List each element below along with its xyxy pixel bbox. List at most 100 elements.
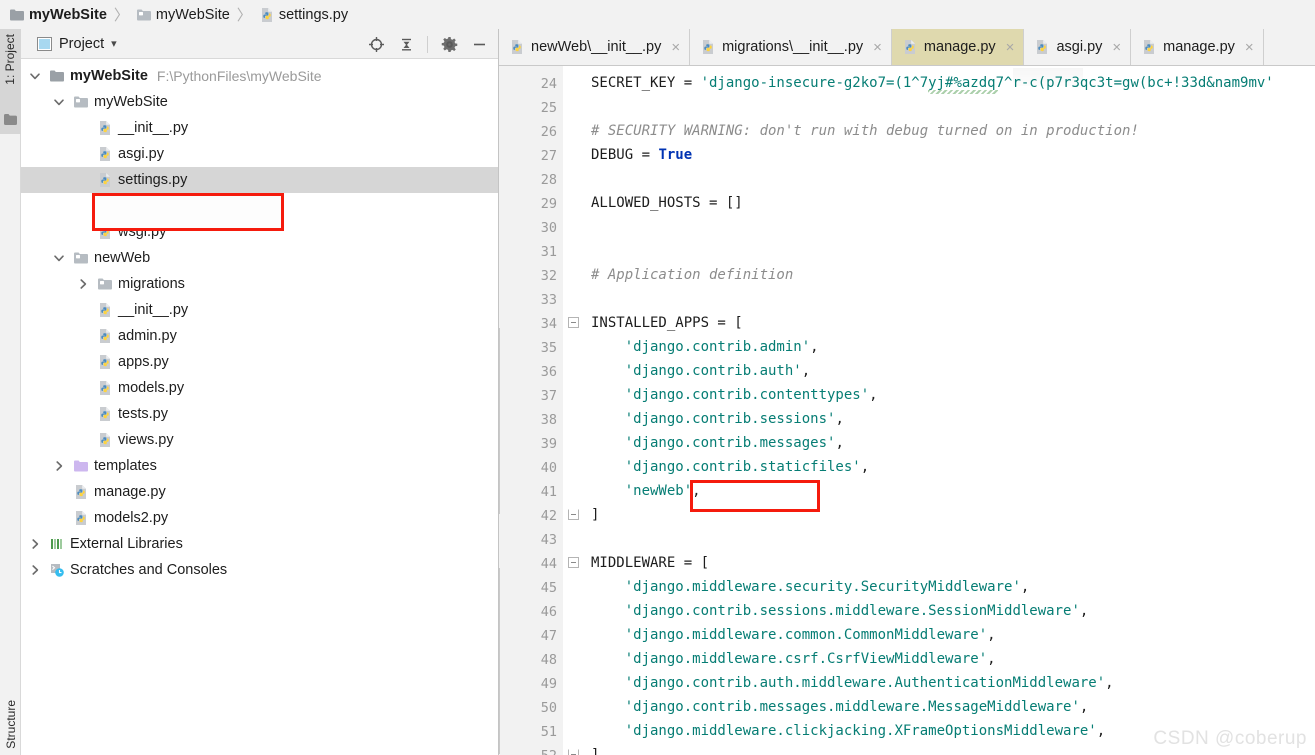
line-number: 41 (540, 484, 557, 500)
structure-tool-button[interactable]: Structure (4, 700, 18, 749)
chevron-down-icon[interactable] (53, 252, 65, 264)
code-line-47[interactable]: 'django.middleware.common.CommonMiddlewa… (591, 628, 996, 642)
code-line-48[interactable]: 'django.middleware.csrf.CsrfViewMiddlewa… (591, 652, 996, 666)
code-line-45[interactable]: 'django.middleware.security.SecurityMidd… (591, 580, 1030, 594)
tree-item-label: __init__.py (118, 301, 189, 318)
code-line-52[interactable]: ] (591, 748, 599, 755)
python-file-icon (100, 355, 110, 369)
tree-item-label: models2.py (94, 509, 169, 526)
tree-item-label: myWebSite (94, 93, 168, 110)
code-line-29[interactable]: ALLOWED_HOSTS = [] (591, 196, 743, 210)
code-line-46[interactable]: 'django.contrib.sessions.middleware.Sess… (591, 604, 1089, 618)
locate-icon[interactable] (367, 35, 385, 53)
tree-item-wsgi[interactable]: wsgi.py (21, 219, 498, 245)
tree-item-urls[interactable]: urls.py (21, 193, 498, 219)
tree-item-init1[interactable]: __init__.py (21, 115, 498, 141)
chevron-down-icon[interactable] (29, 70, 41, 82)
breadcrumb-item-label: settings.py (278, 6, 349, 23)
tree-item-manage[interactable]: manage.py (21, 479, 498, 505)
editor-tab-0[interactable]: newWeb\__init__.py × (499, 29, 691, 65)
chevron-down-icon[interactable] (53, 96, 65, 108)
tree-item-scratches[interactable]: Scratches and Consoles (21, 557, 498, 583)
breadcrumb-item-settings-py[interactable]: settings.py (256, 7, 351, 23)
tree-item-models[interactable]: models.py (21, 375, 498, 401)
editor-tab-3[interactable]: asgi.py × (1024, 29, 1132, 65)
spellcheck-squiggle (928, 90, 998, 94)
code-line-35[interactable]: 'django.contrib.admin', (591, 340, 819, 354)
minimize-icon[interactable] (470, 35, 488, 53)
code-line-27[interactable]: DEBUG = True (591, 148, 692, 162)
code-token: 'django.contrib.auth' (624, 363, 802, 379)
editor-tab-label: manage.py (1163, 39, 1235, 55)
tree-item-asgi[interactable]: asgi.py (21, 141, 498, 167)
tree-item-views[interactable]: views.py (21, 427, 498, 453)
chevron-right-icon[interactable] (29, 538, 41, 550)
chevron-right-icon[interactable] (53, 460, 65, 472)
line-number: 43 (540, 532, 557, 548)
tree-item-init2[interactable]: __init__.py (21, 297, 498, 323)
tree-item-extlibs[interactable]: External Libraries (21, 531, 498, 557)
code-line-24[interactable]: SECRET_KEY = 'django-insecure-g2ko7=(1^7… (591, 76, 1274, 90)
close-icon[interactable]: × (671, 40, 680, 55)
fold-middleware-guide (499, 568, 500, 754)
editor-tab-1[interactable]: migrations\__init__.py × (690, 29, 892, 65)
code-line-39[interactable]: 'django.contrib.messages', (591, 436, 844, 450)
line-number: 40 (540, 460, 557, 476)
line-number: 30 (540, 220, 557, 236)
fold-installed-apps-collapse-button[interactable] (568, 317, 579, 328)
chevron-right-icon[interactable] (77, 278, 89, 290)
close-icon[interactable]: × (873, 40, 882, 55)
chevron-right-icon[interactable] (29, 564, 41, 576)
python-file-icon (100, 381, 110, 395)
code-text[interactable]: SECRET_KEY = 'django-insecure-g2ko7=(1^7… (583, 66, 1315, 755)
tree-arrow-spacer (53, 486, 65, 498)
code-line-41[interactable]: 'newWeb', (591, 484, 701, 498)
code-line-26[interactable]: # SECURITY WARNING: don't run with debug… (591, 124, 1139, 138)
code-line-40[interactable]: 'django.contrib.staticfiles', (591, 460, 869, 474)
tree-item-settings[interactable]: settings.py (21, 167, 498, 193)
tree-item-apps[interactable]: apps.py (21, 349, 498, 375)
breadcrumb-item-mywebsite[interactable]: myWebSite (133, 7, 233, 23)
editor-tab-4[interactable]: manage.py × (1131, 29, 1264, 65)
code-line-37[interactable]: 'django.contrib.contenttypes', (591, 388, 878, 402)
code-line-38[interactable]: 'django.contrib.sessions', (591, 412, 844, 426)
code-line-51[interactable]: 'django.middleware.clickjacking.XFrameOp… (591, 724, 1105, 738)
tree-item-models2[interactable]: models2.py (21, 505, 498, 531)
fold-middleware-collapse-end-button[interactable] (568, 749, 579, 755)
code-line-36[interactable]: 'django.contrib.auth', (591, 364, 810, 378)
line-number: 45 (540, 580, 557, 596)
code-line-42[interactable]: ] (591, 508, 599, 522)
project-tool-button[interactable]: 1: Project (0, 29, 21, 134)
tree-item-admin[interactable]: admin.py (21, 323, 498, 349)
tree-item-migrations[interactable]: migrations (21, 271, 498, 297)
breadcrumb-item-mywebsite[interactable]: myWebSite (6, 7, 110, 23)
tree-item-label: templates (94, 457, 157, 474)
close-icon[interactable]: × (1006, 40, 1015, 55)
code-line-44[interactable]: MIDDLEWARE = [ (591, 556, 709, 570)
collapse-all-icon[interactable] (397, 35, 415, 53)
tree-item-tests[interactable]: tests.py (21, 401, 498, 427)
tree-item-label: models.py (118, 379, 185, 396)
tree-item-newweb[interactable]: newWeb (21, 245, 498, 271)
code-line-50[interactable]: 'django.contrib.messages.middleware.Mess… (591, 700, 1089, 714)
tree-item-templates[interactable]: templates (21, 453, 498, 479)
fold-middleware-collapse-button[interactable] (568, 557, 579, 568)
tree-item-mywebsite[interactable]: myWebSite (21, 89, 498, 115)
line-number-gutter[interactable]: 24 25 26 27 28 29 30 31 32 33 34 35 36 37 38 39 40 41 42 43… (499, 66, 583, 755)
code-line-49[interactable]: 'django.contrib.auth.middleware.Authenti… (591, 676, 1114, 690)
editor-tab-label: asgi.py (1056, 39, 1103, 55)
editor-tab-bar[interactable]: newWeb\__init__.py × migrations\__init__.p… (499, 29, 1315, 66)
python-file-icon (100, 173, 110, 187)
chevron-down-icon[interactable]: ▾ (111, 37, 117, 50)
project-tree[interactable]: myWebSite F:\PythonFiles\myWebSite myWebSi… (21, 59, 498, 583)
close-icon[interactable]: × (1112, 40, 1121, 55)
code-line-34[interactable]: INSTALLED_APPS = [ (591, 316, 743, 330)
code-token: , (692, 483, 701, 499)
fold-installed-apps-collapse-end-button[interactable] (568, 509, 579, 520)
gear-icon[interactable] (440, 35, 458, 53)
editor-tab-2[interactable]: manage.py × (891, 29, 1025, 65)
tree-item-root[interactable]: myWebSite F:\PythonFiles\myWebSite (21, 63, 498, 89)
fold-gutter[interactable] (563, 66, 583, 755)
code-line-32[interactable]: # Application definition (591, 268, 793, 282)
close-icon[interactable]: × (1245, 40, 1254, 55)
